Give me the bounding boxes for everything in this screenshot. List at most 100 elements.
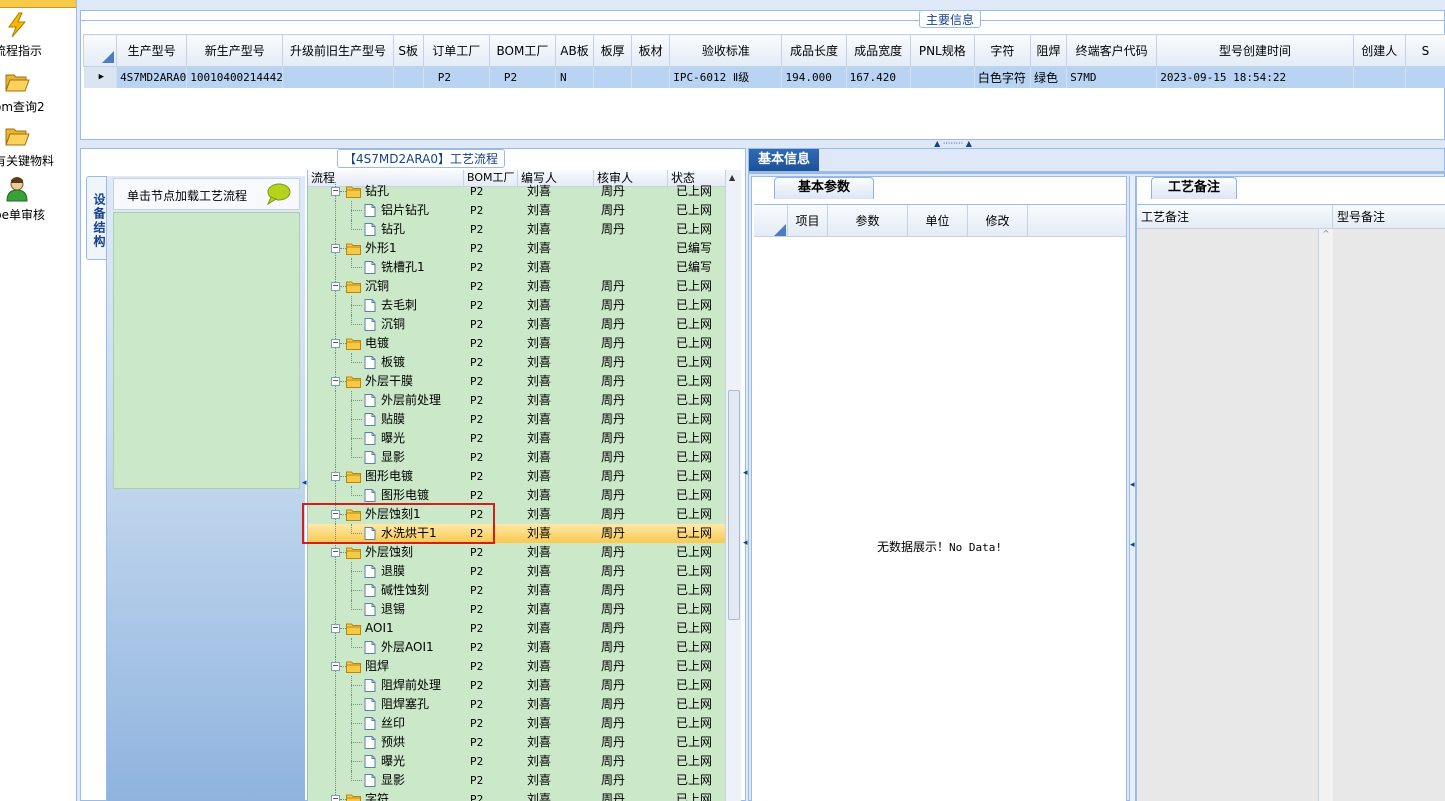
collapse-toggle-icon[interactable]: − (331, 548, 340, 557)
collapse-grip-icon[interactable]: ◂ (1130, 541, 1135, 550)
tree-node-step[interactable]: 铣槽孔1 P2 刘喜 已编写 (308, 258, 725, 277)
tree-guide-line (335, 733, 336, 752)
node-reviewer: 周丹 (601, 602, 626, 616)
tree-node-group[interactable]: − 电镀 P2 刘喜 周丹 已上网 (308, 334, 725, 353)
collapse-toggle-icon[interactable]: − (331, 624, 340, 633)
tree-node-group[interactable]: − AOI1 P2 刘喜 周丹 已上网 (308, 619, 725, 638)
process-remark-textarea[interactable] (1137, 229, 1319, 801)
table-row[interactable]: ▶ 4S7MD2ARA0 10010400214442 P2 P2 N IPC-… (83, 66, 1445, 88)
node-name: 阻焊塞孔 (381, 697, 430, 711)
scroll-up-icon[interactable]: ▲ (729, 173, 735, 182)
col-header[interactable]: 成品长度 (781, 34, 847, 67)
col-header[interactable]: 生产型号 (116, 34, 188, 67)
vertical-splitter[interactable]: ◂ ◂ (1129, 176, 1136, 801)
nav-top-item[interactable] (0, 0, 76, 8)
col-header[interactable]: 终端客户代码 (1066, 34, 1158, 67)
collapse-toggle-icon[interactable]: − (331, 187, 340, 196)
col-header[interactable]: 项目 (788, 205, 828, 237)
tree-node-group[interactable]: − 外层干膜 P2 刘喜 周丹 已上网 (308, 372, 725, 391)
tree-node-step[interactable]: 退锡 P2 刘喜 周丹 已上网 (308, 600, 725, 619)
load-process-hint[interactable]: 单击节点加载工艺流程 (113, 178, 300, 210)
collapse-grip-icon[interactable]: ◂ (743, 539, 748, 548)
nav-item-pe-review[interactable]: pe单审核 (0, 176, 76, 230)
col-header[interactable]: 修改 (968, 205, 1028, 237)
tab-equipment-structure[interactable]: 设备结构 (86, 176, 108, 260)
tree-node-group[interactable]: − 外层蚀刻 P2 刘喜 周丹 已上网 (308, 543, 725, 562)
nav-item-bom-query[interactable]: om查询2 (0, 68, 76, 122)
tree-scrollbar[interactable]: ▲ (725, 170, 741, 801)
tab-process-remark[interactable]: 工艺备注 (1151, 177, 1237, 199)
tree-node-step[interactable]: 碱性蚀刻 P2 刘喜 周丹 已上网 (308, 581, 725, 600)
tree-node-group[interactable]: − 外形1 P2 刘喜 已编写 (308, 239, 725, 258)
collapse-grip-icon[interactable]: ◂ (1130, 481, 1135, 490)
col-header[interactable]: S (1404, 34, 1445, 67)
tree-node-step[interactable]: 去毛刺 P2 刘喜 周丹 已上网 (308, 296, 725, 315)
col-header[interactable]: 字符 (973, 34, 1031, 67)
collapse-toggle-icon[interactable]: − (331, 662, 340, 671)
collapse-toggle-icon[interactable]: − (331, 795, 340, 801)
file-icon (362, 432, 377, 445)
tree-node-step[interactable]: 阻焊塞孔 P2 刘喜 周丹 已上网 (308, 695, 725, 714)
node-status: 已上网 (676, 222, 713, 236)
col-header[interactable]: 验收标准 (669, 34, 783, 67)
tree-node-step[interactable]: 曝光 P2 刘喜 周丹 已上网 (308, 752, 725, 771)
tree-node-group[interactable]: − 图形电镀 P2 刘喜 周丹 已上网 (308, 467, 725, 486)
scroll-thumb[interactable] (728, 390, 740, 620)
col-header[interactable]: 板材 (631, 34, 671, 67)
col-header[interactable]: BOM工厂 (488, 34, 556, 67)
tree-node-group[interactable]: − 字符 P2 刘喜 周丹 已上网 (308, 790, 725, 801)
col-header[interactable]: 订单工厂 (422, 34, 490, 67)
tree-node-step[interactable]: 钻孔 P2 刘喜 周丹 已上网 (308, 220, 725, 239)
tree-node-step[interactable]: 显影 P2 刘喜 周丹 已上网 (308, 448, 725, 467)
tree-node-step[interactable]: 沉铜 P2 刘喜 周丹 已上网 (308, 315, 725, 334)
nav-item-process-guide[interactable]: 流程指示 (0, 12, 76, 66)
tree-node-step[interactable]: 外层AOI1 P2 刘喜 周丹 已上网 (308, 638, 725, 657)
col-header[interactable]: S板 (392, 34, 424, 67)
tree-node-step[interactable]: 外层前处理 P2 刘喜 周丹 已上网 (308, 391, 725, 410)
tab-basic-info[interactable]: 基本信息 (749, 149, 819, 173)
col-header[interactable]: 型号创建时间 (1156, 34, 1354, 67)
collapse-toggle-icon[interactable]: − (331, 282, 340, 291)
tree-node-step[interactable]: 贴膜 P2 刘喜 周丹 已上网 (308, 410, 725, 429)
tree-node-step[interactable]: 板镀 P2 刘喜 周丹 已上网 (308, 353, 725, 372)
tree-node-step[interactable]: 铝片钻孔 P2 刘喜 周丹 已上网 (308, 201, 725, 220)
col-header[interactable]: 阻焊 (1029, 34, 1068, 67)
tree-node-group[interactable]: − 沉铜 P2 刘喜 周丹 已上网 (308, 277, 725, 296)
remark-scrollbar[interactable]: ^ (1319, 229, 1333, 801)
tree-node-step[interactable]: 曝光 P2 刘喜 周丹 已上网 (308, 429, 725, 448)
collapse-toggle-icon[interactable]: − (331, 244, 340, 253)
col-header[interactable]: 成品宽度 (845, 34, 911, 67)
col-header[interactable]: 创建人 (1352, 34, 1406, 67)
tree-guide-line (335, 429, 336, 448)
node-factory: P2 (470, 375, 484, 388)
node-reviewer: 周丹 (601, 374, 626, 388)
tree-node-step[interactable]: 显影 P2 刘喜 周丹 已上网 (308, 771, 725, 790)
grid-corner[interactable] (754, 205, 788, 237)
col-header[interactable]: 新生产型号 (186, 34, 284, 67)
scroll-up-icon[interactable]: ^ (1323, 229, 1330, 238)
col-header[interactable]: AB板 (554, 34, 595, 67)
tree-node-step[interactable]: 预烘 P2 刘喜 周丹 已上网 (308, 733, 725, 752)
collapse-grip-icon[interactable]: ◂ (743, 469, 748, 478)
tree-node-group[interactable]: − 钻孔 P2 刘喜 周丹 已上网 (308, 182, 725, 201)
tree-node-group[interactable]: − 阻焊 P2 刘喜 周丹 已上网 (308, 657, 725, 676)
model-remark-textarea[interactable] (1333, 229, 1445, 801)
tree-node-step[interactable]: 退膜 P2 刘喜 周丹 已上网 (308, 562, 725, 581)
col-header[interactable]: 参数 (828, 205, 908, 237)
col-header[interactable]: 单位 (908, 205, 968, 237)
tab-basic-params[interactable]: 基本参数 (774, 177, 874, 199)
tree-node-step[interactable]: 阻焊前处理 P2 刘喜 周丹 已上网 (308, 676, 725, 695)
col-header[interactable]: 板厚 (593, 34, 633, 67)
collapse-toggle-icon[interactable]: − (331, 339, 340, 348)
nav-item-key-material[interactable]: 有关键物料 (0, 122, 76, 176)
tree-node-step[interactable]: 丝印 P2 刘喜 周丹 已上网 (308, 714, 725, 733)
collapse-toggle-icon[interactable]: − (331, 472, 340, 481)
horizontal-splitter[interactable]: ▲ ········ ▲ (918, 140, 988, 148)
grid-corner[interactable] (82, 34, 118, 67)
col-header[interactable]: 升级前旧生产型号 (282, 34, 394, 67)
tree-guide-line (351, 362, 362, 363)
collapse-toggle-icon[interactable]: − (331, 377, 340, 386)
collapse-grip-icon[interactable]: ◂ (302, 479, 307, 488)
col-header[interactable]: PNL规格 (909, 34, 975, 67)
node-reviewer: 周丹 (601, 336, 626, 350)
